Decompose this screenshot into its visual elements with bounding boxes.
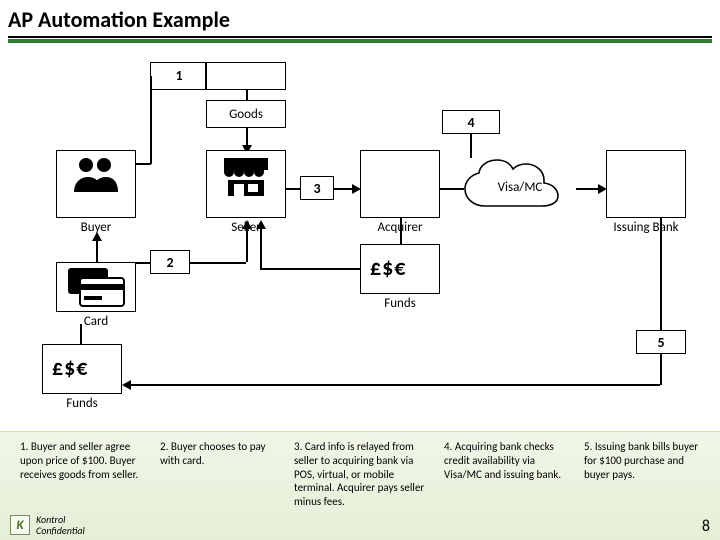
step-text-1: 1. Buyer and seller agree upon price of … [20,440,158,481]
entity-issuing-bank [606,150,686,218]
entity-acquirer [360,150,440,218]
goods-box: Goods [206,100,286,128]
step-text-3: 3. Card info is relayed from seller to a… [294,440,442,509]
step-num-4: 4 [442,110,500,134]
storefront-icon [220,158,272,202]
label-funds-1: Funds [360,296,440,311]
step-text-4: 4. Acquiring bank checks credit availabi… [444,440,582,481]
step-num-3: 3 [300,176,334,200]
conn [96,240,98,262]
rule-black [8,36,712,38]
logo-text: KontrolConfidential [36,514,85,536]
arrow-icon [122,380,131,390]
credit-card-icon [66,266,126,312]
conn [130,384,660,386]
conn [80,324,82,344]
people-icon [70,154,122,202]
step-text-2: 2. Buyer chooses to pay with card. [160,440,288,468]
conn [190,262,246,264]
box-spacer-1 [206,62,286,90]
logo: K KontrolConfidential [10,514,85,536]
arrow-icon [242,220,252,229]
conn [334,188,354,190]
step-num-2: 2 [150,250,190,274]
conn [440,188,464,190]
conn [246,128,248,146]
conn [576,188,600,190]
step-num-5: 5 [636,330,686,354]
conn [400,218,402,244]
conn [260,268,360,270]
rule-green [8,39,712,43]
label-issuing-bank: Issuing Bank [600,220,692,235]
conn [660,218,662,330]
label-network: Visa/MC [478,180,562,195]
step-num-1: 1 [170,64,188,88]
page-number: 8 [702,517,710,536]
conn [286,188,300,190]
slide: AP Automation Example 1 Goods 4 Buyer Se… [0,0,720,540]
currency-icon: £$€ [52,354,88,381]
currency-icon: £$€ [370,254,406,281]
arrow-icon [92,232,102,241]
conn [470,134,472,158]
footer: 1. Buyer and seller agree upon price of … [0,431,720,540]
conn [260,228,262,269]
conn [246,228,248,262]
conn [660,354,662,385]
logo-mark: K [10,515,30,535]
step-text-5: 5. Issuing bank bills buyer for $100 pur… [584,440,712,481]
conn [150,76,152,164]
arrow-icon [256,220,266,229]
conn [246,90,248,100]
confidential: Confidential [36,524,85,537]
label-card: Card [56,314,136,329]
page-title: AP Automation Example [8,6,230,33]
step-descriptions: 1. Buyer and seller agree upon price of … [0,432,720,540]
label-funds-2: Funds [42,396,122,411]
